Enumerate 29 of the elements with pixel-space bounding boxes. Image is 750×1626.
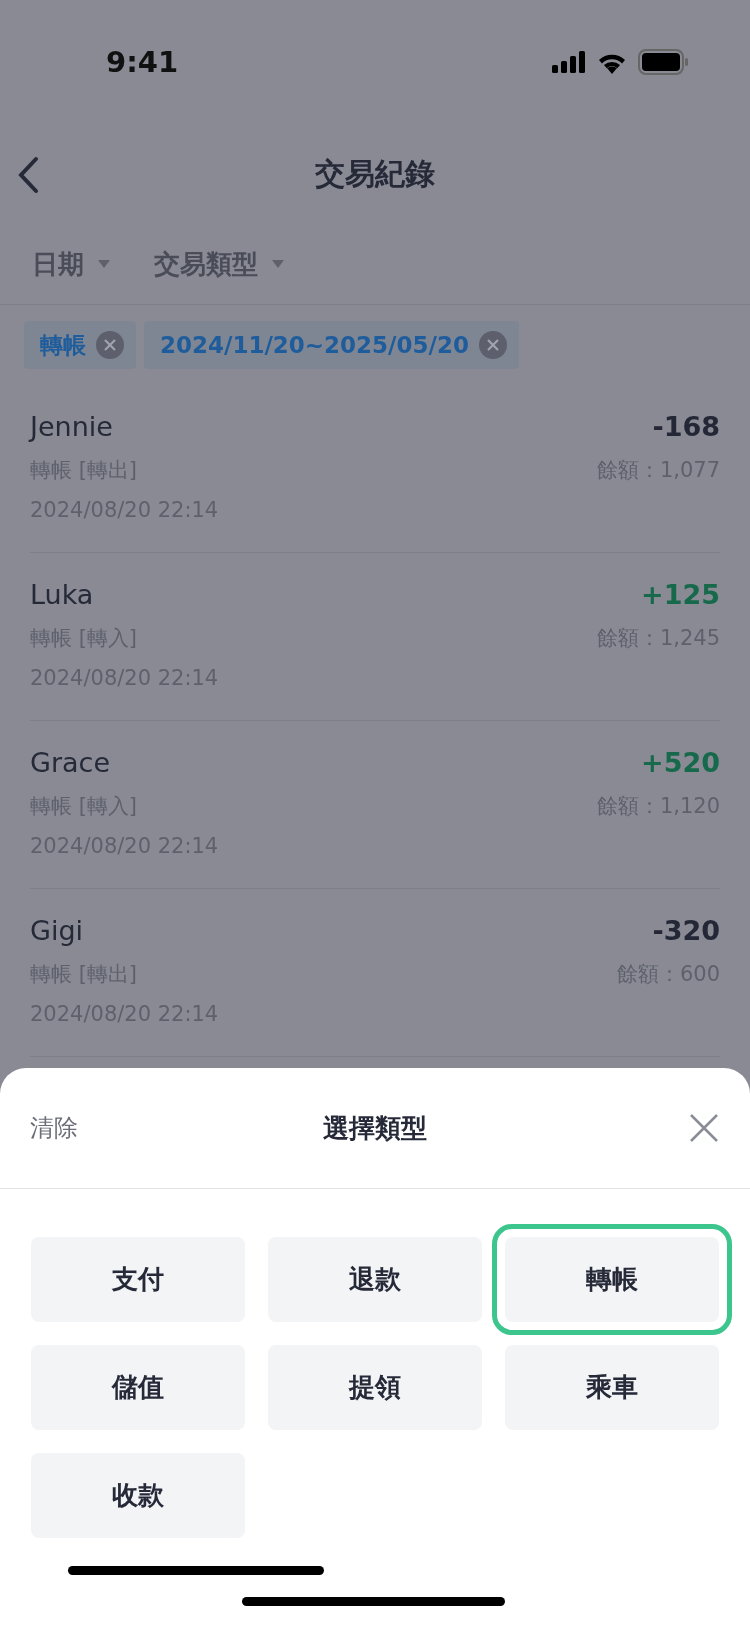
chip-label: 2024/11/20~2025/05/20 xyxy=(160,332,469,358)
payee-name: Luka xyxy=(30,578,94,612)
type-option[interactable]: 退款 xyxy=(268,1237,482,1322)
amount: -320 xyxy=(652,914,720,948)
close-icon[interactable] xyxy=(688,1112,720,1144)
status-time: 9:41 xyxy=(106,45,179,79)
remove-icon[interactable] xyxy=(96,331,124,359)
battery-icon xyxy=(638,49,688,75)
payee-name: Gigi xyxy=(30,914,84,948)
remove-icon[interactable] xyxy=(478,331,507,359)
back-icon[interactable] xyxy=(16,156,40,194)
type-option[interactable]: 支付 xyxy=(31,1237,245,1322)
page-title: 交易紀錄 xyxy=(315,154,435,193)
clear-button[interactable]: 清除 xyxy=(30,1112,78,1144)
type-option[interactable]: 提領 xyxy=(268,1345,482,1430)
caret-icon xyxy=(98,260,110,268)
payee-name: Jennie xyxy=(30,410,113,444)
sheet-title: 選擇類型 xyxy=(323,1111,427,1145)
amount: -168 xyxy=(652,410,720,444)
signal-icon xyxy=(552,51,586,73)
caret-icon xyxy=(272,260,284,268)
amount: +520 xyxy=(641,746,720,780)
type-option[interactable]: 轉帳 xyxy=(505,1237,719,1322)
type-option[interactable]: 儲值 xyxy=(31,1345,245,1430)
payee-name: Grace xyxy=(30,746,111,780)
chip-label: 轉帳 xyxy=(40,330,86,360)
type-option[interactable]: 乘車 xyxy=(505,1345,719,1430)
amount: +125 xyxy=(641,578,720,612)
type-option[interactable]: 收款 xyxy=(31,1453,245,1538)
